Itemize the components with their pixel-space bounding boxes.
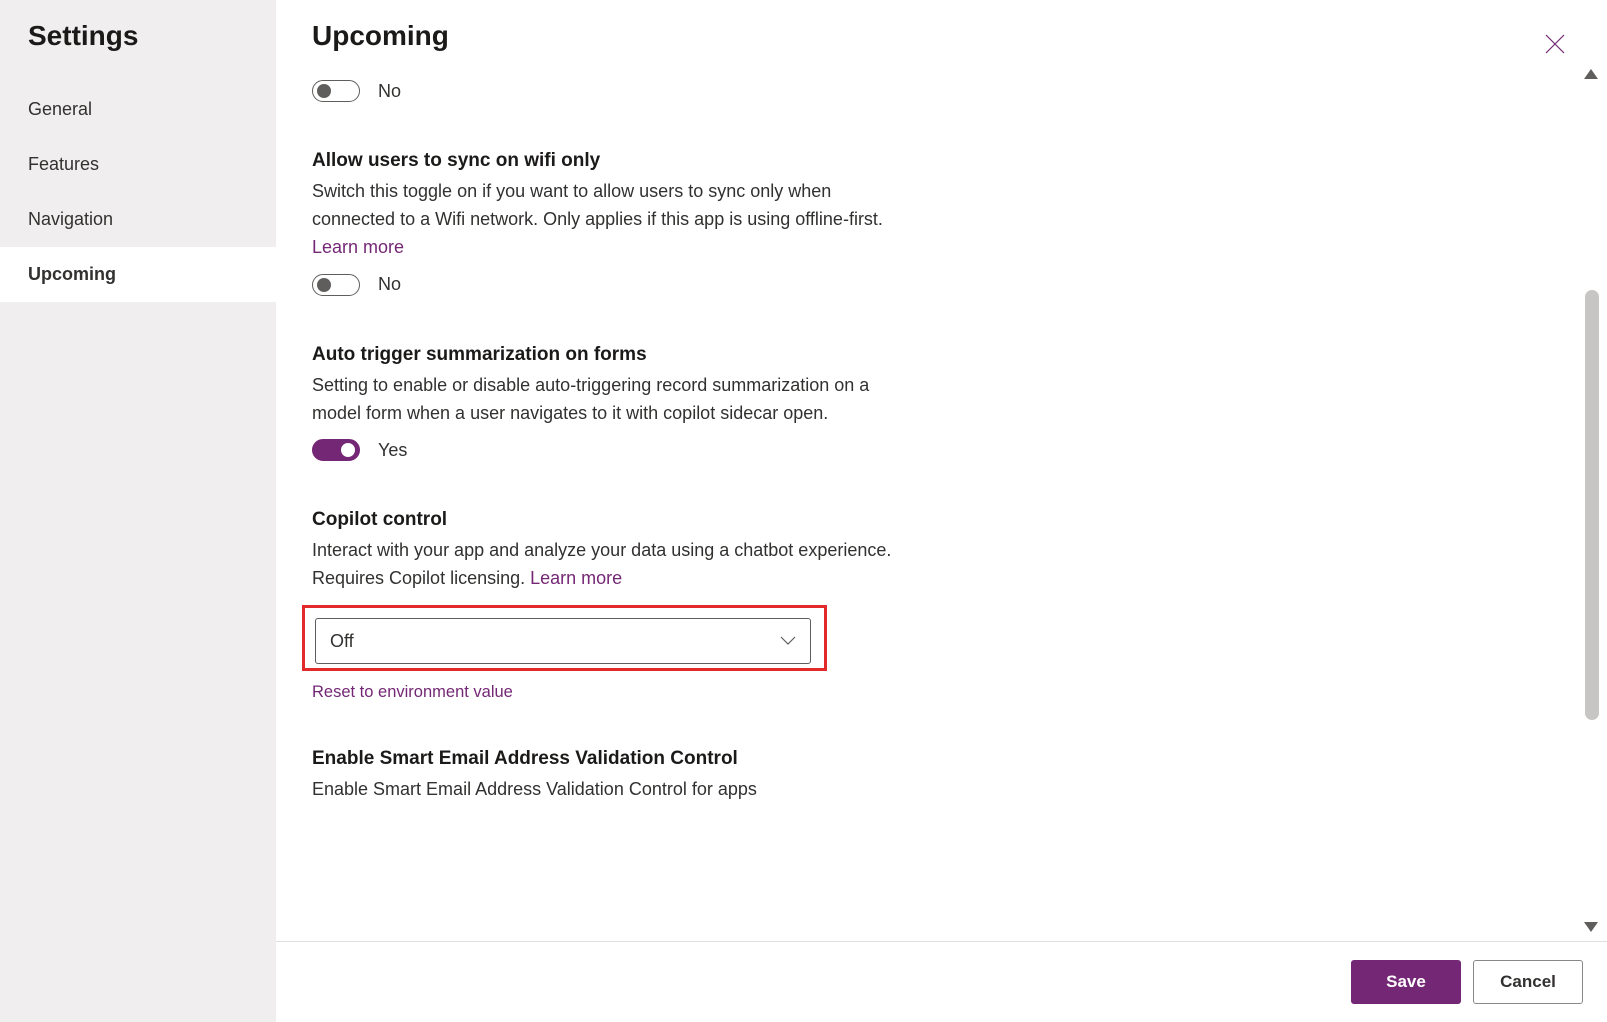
close-button[interactable] (1539, 28, 1571, 60)
scroll-up-button[interactable] (1581, 64, 1601, 84)
auto-summarize-toggle[interactable] (312, 439, 360, 461)
toggle-knob (317, 84, 331, 98)
copilot-select[interactable]: Off (315, 618, 811, 664)
toggle-knob (341, 443, 355, 457)
save-button[interactable]: Save (1351, 960, 1461, 1004)
settings-sidebar: Settings General Features Navigation Upc… (0, 0, 276, 1022)
wifi-sync-learn-more-link[interactable]: Learn more (312, 237, 404, 257)
smart-email-title: Enable Smart Email Address Validation Co… (312, 748, 892, 770)
copilot-desc: Interact with your app and analyze your … (312, 537, 892, 593)
sidebar-item-general[interactable]: General (0, 82, 276, 137)
footer: Save Cancel (276, 941, 1607, 1022)
sidebar-item-navigation[interactable]: Navigation (0, 192, 276, 247)
copilot-learn-more-link[interactable]: Learn more (530, 568, 622, 588)
toggle-knob (317, 278, 331, 292)
copilot-select-value: Off (330, 631, 354, 652)
sidebar-item-upcoming[interactable]: Upcoming (0, 247, 276, 302)
page-title: Upcoming (312, 20, 1539, 52)
caret-down-icon (1584, 922, 1598, 932)
auto-summarize-title: Auto trigger summarization on forms (312, 344, 892, 366)
copilot-reset-link[interactable]: Reset to environment value (312, 683, 513, 702)
wifi-sync-toggle[interactable] (312, 274, 360, 296)
unknown-setting-toggle[interactable] (312, 80, 360, 102)
copilot-title: Copilot control (312, 509, 892, 531)
caret-up-icon (1584, 69, 1598, 79)
sidebar-item-features[interactable]: Features (0, 137, 276, 192)
scrollbar-track[interactable] (1585, 90, 1599, 911)
wifi-sync-toggle-label: No (378, 274, 401, 295)
copilot-select-highlight: Off (302, 605, 827, 671)
smart-email-desc: Enable Smart Email Address Validation Co… (312, 776, 892, 804)
sidebar-title: Settings (0, 20, 276, 82)
main-panel: Upcoming (276, 0, 1607, 1022)
wifi-sync-desc-text: Switch this toggle on if you want to all… (312, 181, 883, 229)
wifi-sync-title: Allow users to sync on wifi only (312, 150, 892, 172)
wifi-sync-desc: Switch this toggle on if you want to all… (312, 178, 892, 262)
unknown-setting-toggle-label: No (378, 81, 401, 102)
auto-summarize-toggle-label: Yes (378, 440, 407, 461)
scrollbar-thumb[interactable] (1585, 290, 1599, 720)
chevron-down-icon (780, 636, 796, 646)
scroll-down-button[interactable] (1581, 917, 1601, 937)
close-icon (1544, 33, 1566, 55)
auto-summarize-desc: Setting to enable or disable auto-trigge… (312, 372, 892, 428)
cancel-button[interactable]: Cancel (1473, 960, 1583, 1004)
